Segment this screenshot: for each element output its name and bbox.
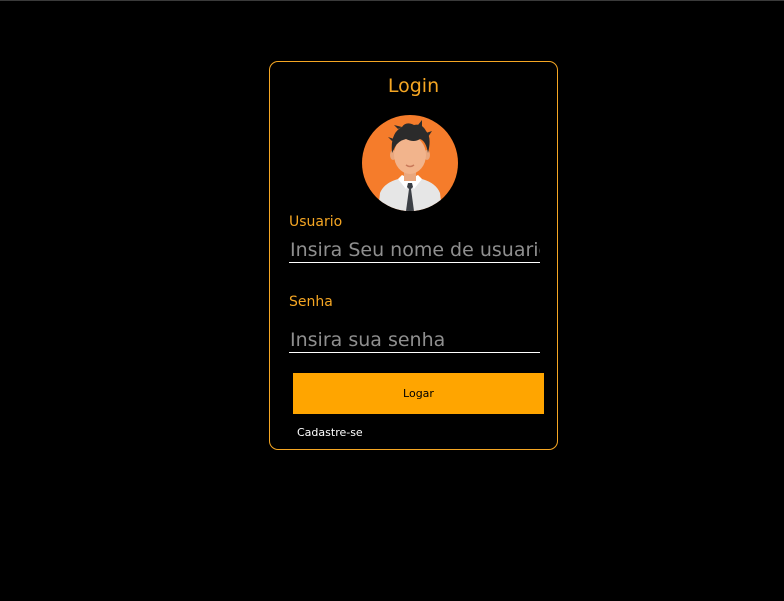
login-card: Login Usuario Insira Seu nome de usuario… [269,61,558,450]
username-label: Usuario [289,214,343,230]
signup-link[interactable]: Cadastre-se [297,426,363,439]
window-top-border [0,0,784,1]
login-button[interactable]: Logar [293,373,544,414]
password-label: Senha [289,294,333,310]
user-avatar-icon [362,115,458,211]
password-field[interactable] [289,327,540,353]
username-field[interactable] [289,237,540,263]
login-title: Login [387,75,440,97]
